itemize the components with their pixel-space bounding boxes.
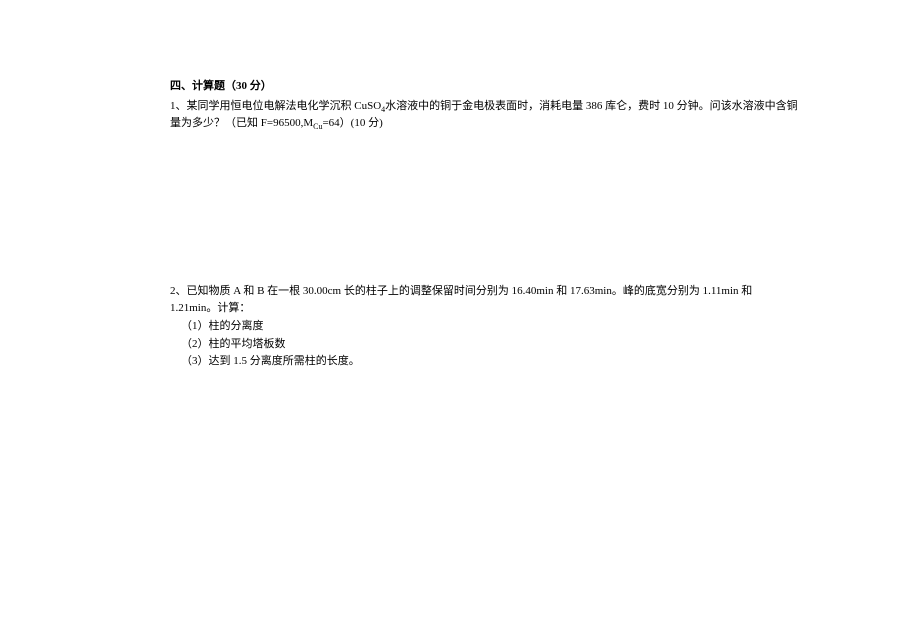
q2-stem: 2、已知物质 A 和 B 在一根 30.00cm 长的柱子上的调整保留时间分别为… (170, 283, 800, 318)
section-heading: 四、计算题（30 分） (170, 78, 800, 96)
q2-sub-3: （3）达到 1.5 分离度所需柱的长度。 (170, 353, 800, 371)
q2-sub-2: （2）柱的平均塔板数 (170, 336, 800, 354)
question-1: 1、某同学用恒电位电解法电化学沉积 CuSO4水溶液中的铜于金电极表面时，消耗电… (170, 98, 800, 133)
q1-text-part3: =64）(10 分) (322, 117, 382, 129)
q2-sub-1: （1）柱的分离度 (170, 318, 800, 336)
q1-text-part1: 1、某同学用恒电位电解法电化学沉积 CuSO (170, 100, 381, 112)
question-2: 2、已知物质 A 和 B 在一根 30.00cm 长的柱子上的调整保留时间分别为… (170, 283, 800, 371)
